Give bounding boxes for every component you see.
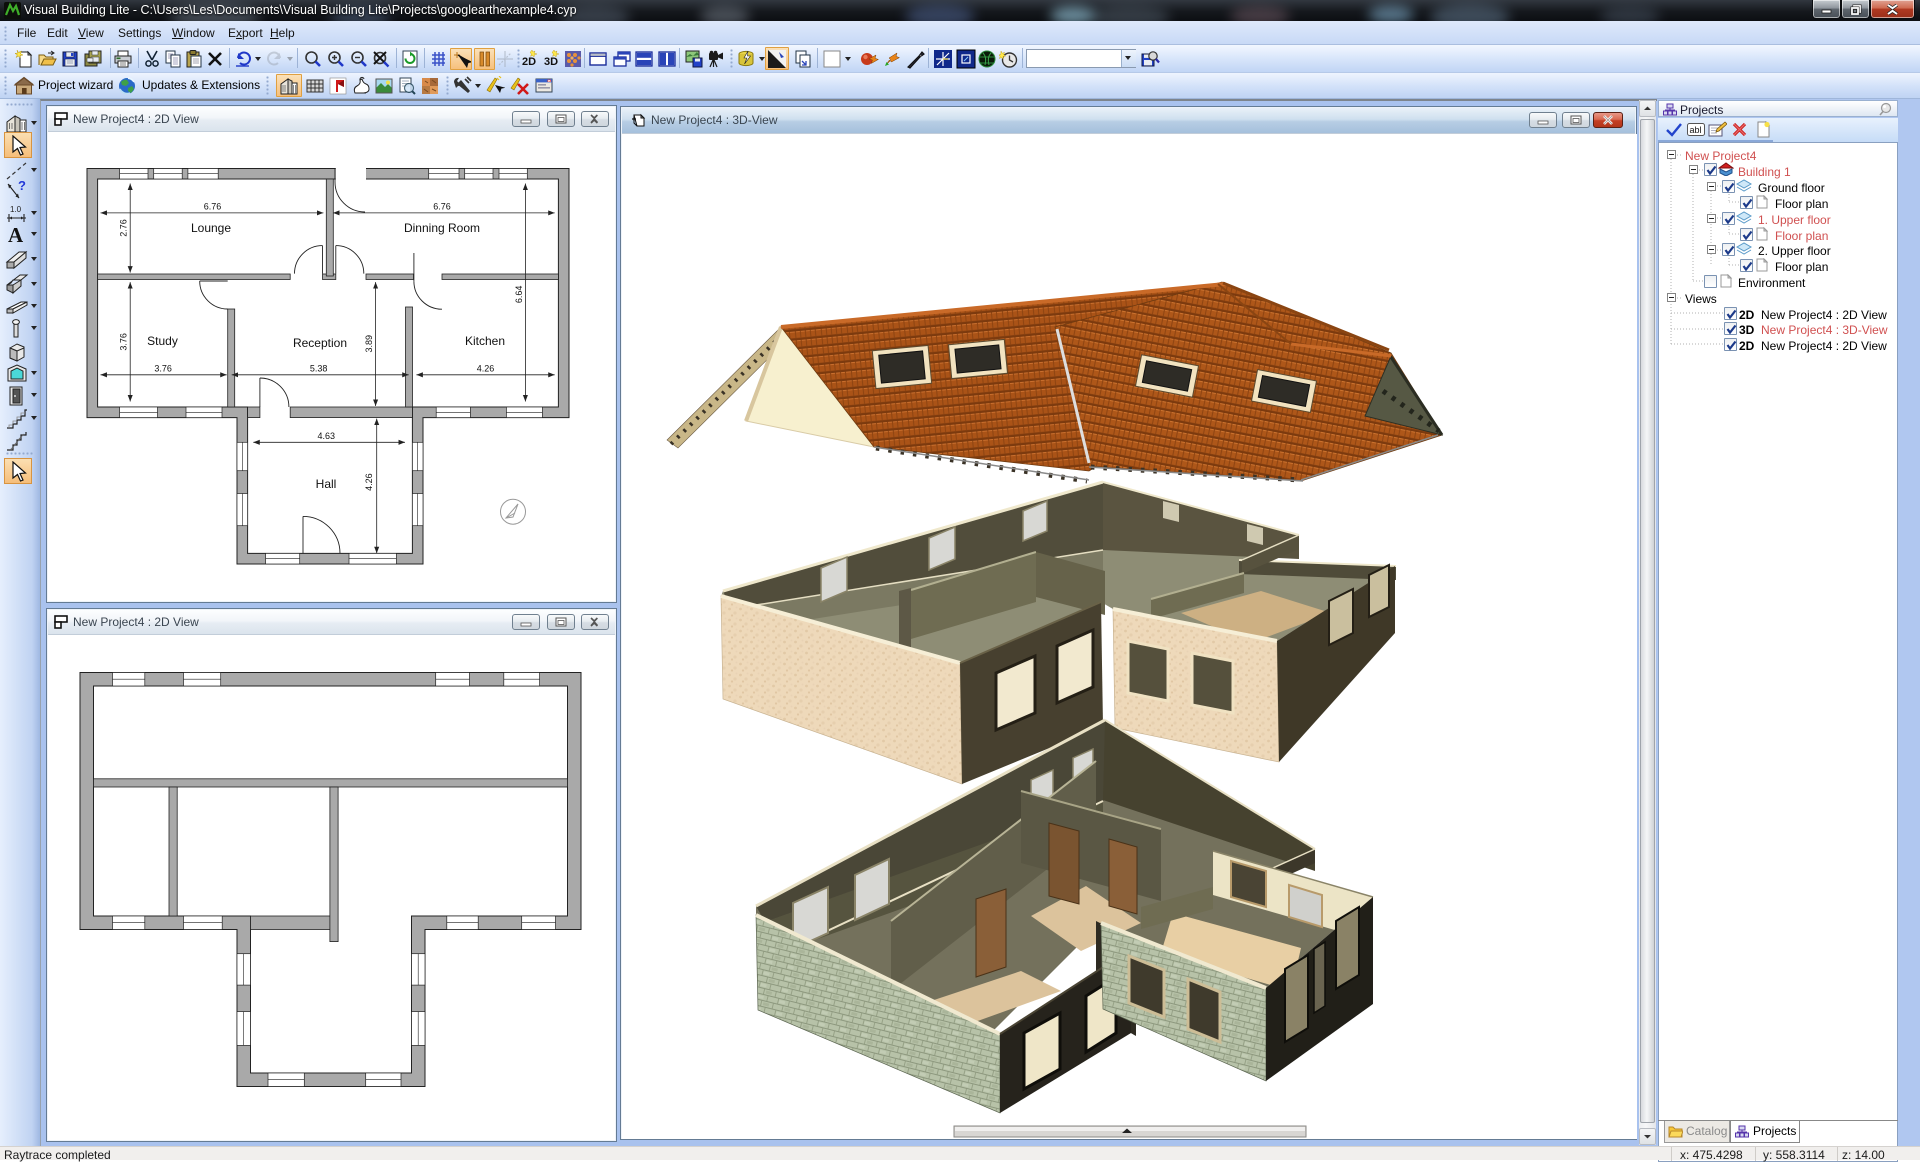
svg-text:6.64: 6.64 <box>514 286 524 304</box>
svg-text:4.26: 4.26 <box>477 363 495 373</box>
svg-text:4.63: 4.63 <box>318 431 336 441</box>
svg-text:Hall: Hall <box>316 477 337 491</box>
svg-text:Reception: Reception <box>293 336 347 350</box>
svg-text:Lounge: Lounge <box>191 221 231 235</box>
svg-text:Study: Study <box>147 334 178 348</box>
svg-text:5.38: 5.38 <box>310 363 328 373</box>
svg-text:1.0: 1.0 <box>10 205 22 214</box>
svg-text:Kitchen: Kitchen <box>465 334 505 348</box>
svg-text:3D: 3D <box>544 56 558 68</box>
svg-text:abl: abl <box>1690 125 1702 135</box>
svg-text:6.76: 6.76 <box>433 201 451 211</box>
svg-text:A: A <box>8 223 24 245</box>
svg-text:3.76: 3.76 <box>154 363 172 373</box>
svg-text:2.76: 2.76 <box>119 219 129 237</box>
svg-text:Dinning Room: Dinning Room <box>404 221 480 235</box>
svg-text:4.26: 4.26 <box>364 473 374 491</box>
svg-text:3.76: 3.76 <box>119 333 129 351</box>
svg-text:3.89: 3.89 <box>364 335 374 353</box>
svg-text:?: ? <box>18 180 26 193</box>
svg-text:6.76: 6.76 <box>204 201 222 211</box>
svg-text:2D: 2D <box>522 56 536 68</box>
